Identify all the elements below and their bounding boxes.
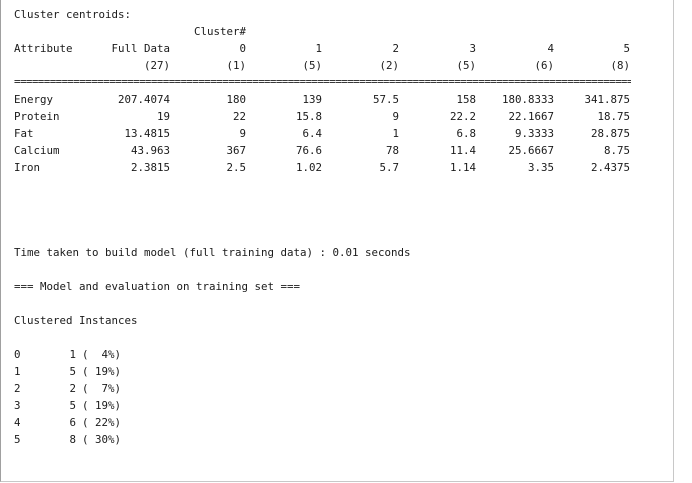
value-full-data: 207.4074 xyxy=(117,93,170,106)
attribute-name: Fat xyxy=(14,127,34,140)
column-label-cluster-0: 0 xyxy=(239,42,246,55)
column-label-cluster-3: 3 xyxy=(469,42,476,55)
column-header-row: Attribute Full Data 0 1 2 3 4 5 xyxy=(14,40,674,57)
value-cluster-1: 1.02 xyxy=(295,161,322,174)
attribute-name: Protein xyxy=(14,110,60,123)
column-size-cluster-4: (6) xyxy=(534,59,554,72)
column-size-row: (27) (1) (5) (2) (5) (6) (8) xyxy=(14,57,674,74)
value-cluster-5: 341.875 xyxy=(584,93,630,106)
value-cluster-2: 9 xyxy=(392,110,399,123)
instance-count: 2 xyxy=(69,382,76,395)
attribute-header: Attribute xyxy=(14,42,73,55)
value-cluster-1: 76.6 xyxy=(295,144,322,157)
centroids-heading: Cluster centroids: xyxy=(14,8,132,21)
cluster-distribution-row: 4 6 ( 22%) xyxy=(14,414,214,431)
cluster-number-header-row: Cluster# xyxy=(14,23,674,40)
column-label-cluster-2: 2 xyxy=(392,42,399,55)
value-cluster-2: 5.7 xyxy=(379,161,399,174)
value-cluster-3: 1.14 xyxy=(449,161,476,174)
cluster-id: 2 xyxy=(14,382,21,395)
value-cluster-4: 22.1667 xyxy=(508,110,554,123)
value-cluster-1: 6.4 xyxy=(302,127,322,140)
evaluation-header: === Model and evaluation on training set… xyxy=(14,280,301,293)
instance-count: 8 xyxy=(69,433,76,446)
column-size-cluster-3: (5) xyxy=(456,59,476,72)
value-cluster-0: 2.5 xyxy=(226,161,246,174)
instance-percent: ( 19%) xyxy=(82,365,122,378)
instance-count: 1 xyxy=(69,348,76,361)
value-cluster-1: 15.8 xyxy=(295,110,322,123)
column-size-cluster-1: (5) xyxy=(302,59,322,72)
attribute-name: Energy xyxy=(14,93,54,106)
cluster-id: 5 xyxy=(14,433,21,446)
value-cluster-5: 28.875 xyxy=(590,127,630,140)
instance-percent: ( 19%) xyxy=(82,399,122,412)
value-cluster-0: 9 xyxy=(239,127,246,140)
clustered-instances-title: Clustered Instances xyxy=(14,314,138,327)
value-cluster-2: 78 xyxy=(385,144,399,157)
value-cluster-0: 180 xyxy=(226,93,246,106)
instance-count: 6 xyxy=(69,416,76,429)
attribute-name: Calcium xyxy=(14,144,60,157)
instance-count: 5 xyxy=(69,365,76,378)
value-cluster-4: 180.8333 xyxy=(501,93,554,106)
value-cluster-2: 57.5 xyxy=(372,93,399,106)
cluster-distribution-row: 2 2 ( 7%) xyxy=(14,380,214,397)
value-full-data: 13.4815 xyxy=(124,127,170,140)
column-label-cluster-1: 1 xyxy=(315,42,322,55)
value-cluster-5: 8.75 xyxy=(603,144,630,157)
value-cluster-0: 22 xyxy=(232,110,246,123)
instance-count: 5 xyxy=(69,399,76,412)
table-row-energy: Energy 207.4074 180 139 57.5 158 180.833… xyxy=(14,91,674,108)
table-row-calcium: Calcium 43.963 367 76.6 78 11.4 25.6667 … xyxy=(14,142,674,159)
value-cluster-4: 9.3333 xyxy=(514,127,554,140)
clusterer-output-text[interactable]: Cluster centroids: Cluster# Attribute Fu… xyxy=(14,0,674,480)
value-full-data: 2.3815 xyxy=(130,161,170,174)
time-taken-line: Time taken to build model (full training… xyxy=(14,246,411,259)
instance-percent: ( 22%) xyxy=(82,416,122,429)
value-full-data: 43.963 xyxy=(130,144,170,157)
column-label-full-data: Full Data xyxy=(111,42,170,55)
instance-percent: ( 7%) xyxy=(82,382,122,395)
value-cluster-2: 1 xyxy=(392,127,399,140)
cluster-id: 3 xyxy=(14,399,21,412)
separator-line: ========================================… xyxy=(14,78,631,86)
value-cluster-3: 11.4 xyxy=(449,144,476,157)
value-cluster-3: 158 xyxy=(456,93,476,106)
instance-percent: ( 4%) xyxy=(82,348,122,361)
cluster-distribution-row: 0 1 ( 4%) xyxy=(14,346,214,363)
column-size-cluster-5: (8) xyxy=(610,59,630,72)
column-size-full-data: (27) xyxy=(143,59,170,72)
cluster-distribution-row: 3 5 ( 19%) xyxy=(14,397,214,414)
value-cluster-3: 22.2 xyxy=(449,110,476,123)
column-label-cluster-5: 5 xyxy=(623,42,630,55)
value-cluster-4: 3.35 xyxy=(527,161,554,174)
value-cluster-5: 18.75 xyxy=(597,110,630,123)
value-cluster-1: 139 xyxy=(302,93,322,106)
table-row-fat: Fat 13.4815 9 6.4 1 6.8 9.3333 28.875 xyxy=(14,125,674,142)
column-size-cluster-0: (1) xyxy=(226,59,246,72)
table-row-iron: Iron 2.3815 2.5 1.02 5.7 1.14 3.35 2.437… xyxy=(14,159,674,176)
value-full-data: 19 xyxy=(156,110,170,123)
value-cluster-0: 367 xyxy=(226,144,246,157)
column-label-cluster-4: 4 xyxy=(547,42,554,55)
column-size-cluster-2: (2) xyxy=(379,59,399,72)
cluster-distribution-row: 1 5 ( 19%) xyxy=(14,363,214,380)
table-row-protein: Protein 19 22 15.8 9 22.2 22.1667 18.75 xyxy=(14,108,674,125)
scroll-gutter xyxy=(674,0,692,483)
value-cluster-5: 2.4375 xyxy=(590,161,630,174)
cluster-id: 0 xyxy=(14,348,21,361)
cluster-id: 4 xyxy=(14,416,21,429)
instance-percent: ( 30%) xyxy=(82,433,122,446)
attribute-name: Iron xyxy=(14,161,41,174)
cluster-number-header: Cluster# xyxy=(193,25,246,38)
value-cluster-3: 6.8 xyxy=(456,127,476,140)
cluster-distribution-row: 5 8 ( 30%) xyxy=(14,431,214,448)
cluster-id: 1 xyxy=(14,365,21,378)
value-cluster-4: 25.6667 xyxy=(508,144,554,157)
